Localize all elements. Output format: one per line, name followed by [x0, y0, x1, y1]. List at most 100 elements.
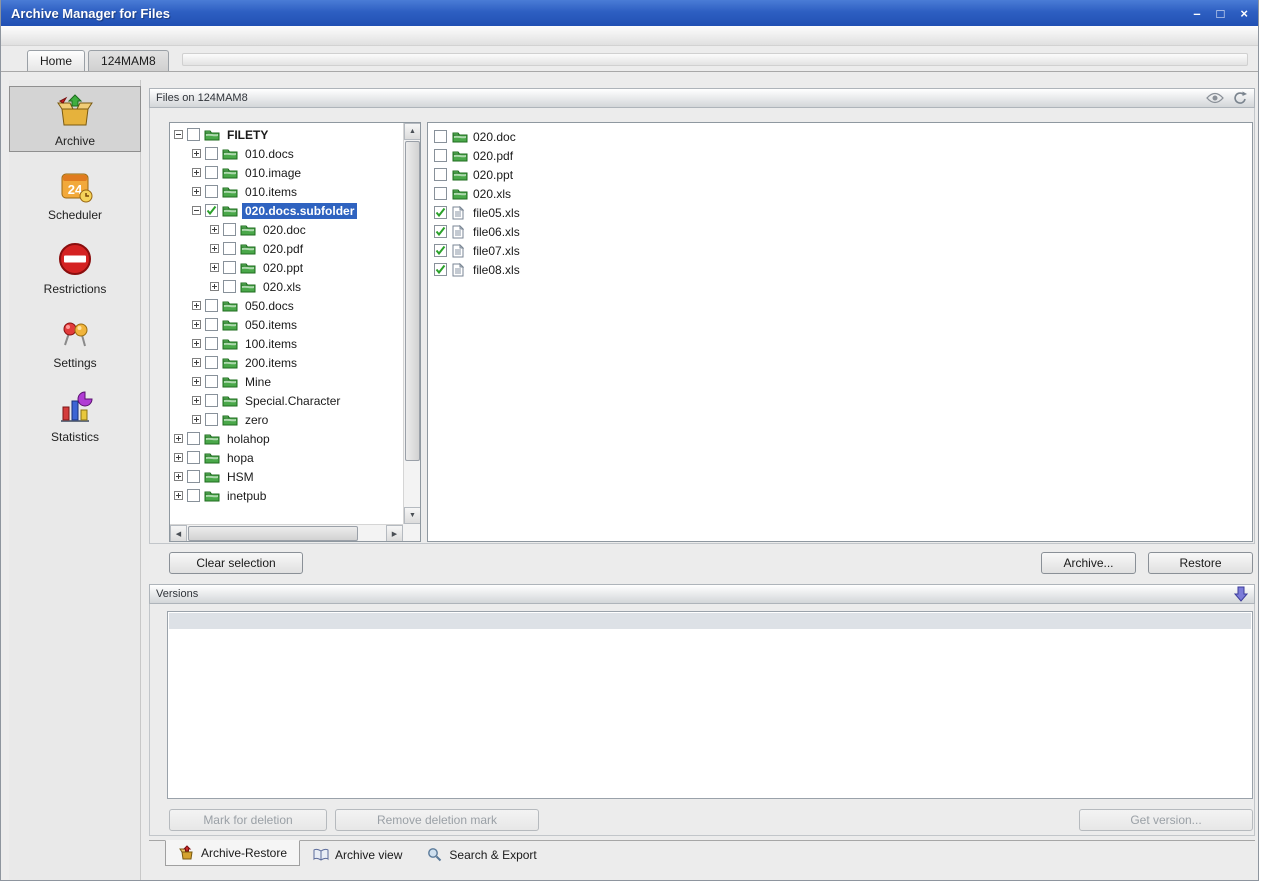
file-row[interactable]: 020.ppt: [434, 165, 1252, 184]
archive-button[interactable]: Archive...: [1041, 552, 1136, 574]
tree-checkbox[interactable]: [223, 280, 236, 293]
tree-checkbox[interactable]: [205, 318, 218, 331]
tree-node[interactable]: Special.Character: [174, 391, 403, 410]
expand-icon[interactable]: [210, 244, 219, 253]
expand-icon[interactable]: [192, 377, 201, 386]
file-checkbox[interactable]: [434, 225, 447, 238]
file-row[interactable]: file05.xls: [434, 203, 1252, 222]
tree-checkbox[interactable]: [205, 394, 218, 407]
tree-checkbox[interactable]: [205, 413, 218, 426]
expand-icon[interactable]: [174, 472, 183, 481]
collapse-icon[interactable]: [192, 206, 201, 215]
expand-icon[interactable]: [192, 396, 201, 405]
tree-checkbox[interactable]: [187, 489, 200, 502]
horizontal-scrollbar-thumb[interactable]: [188, 526, 358, 541]
file-row[interactable]: 020.xls: [434, 184, 1252, 203]
tree-node[interactable]: HSM: [174, 467, 403, 486]
collapse-icon[interactable]: [174, 130, 183, 139]
file-checkbox[interactable]: [434, 244, 447, 257]
get-version-button[interactable]: Get version...: [1079, 809, 1253, 831]
tree-node[interactable]: 020.doc: [174, 220, 403, 239]
tab-archive-view[interactable]: Archive view: [300, 842, 414, 867]
tree-checkbox[interactable]: [187, 451, 200, 464]
file-checkbox[interactable]: [434, 149, 447, 162]
tab-archive-restore[interactable]: Archive-Restore: [165, 840, 300, 866]
expand-icon[interactable]: [210, 225, 219, 234]
file-checkbox[interactable]: [434, 130, 447, 143]
sidebar-item-settings[interactable]: Settings: [9, 308, 141, 374]
file-row[interactable]: 020.pdf: [434, 146, 1252, 165]
nav-tab-124mam8[interactable]: 124MAM8: [88, 50, 169, 71]
mark-for-deletion-button[interactable]: Mark for deletion: [169, 809, 327, 831]
expand-icon[interactable]: [210, 282, 219, 291]
tree-node[interactable]: 020.pdf: [174, 239, 403, 258]
tree-checkbox[interactable]: [187, 432, 200, 445]
tree-node[interactable]: 010.docs: [174, 144, 403, 163]
remove-deletion-mark-button[interactable]: Remove deletion mark: [335, 809, 539, 831]
expand-icon[interactable]: [192, 187, 201, 196]
tree-node[interactable]: 020.xls: [174, 277, 403, 296]
tree-checkbox[interactable]: [205, 375, 218, 388]
tree-checkbox[interactable]: [187, 128, 200, 141]
tree-node[interactable]: zero: [174, 410, 403, 429]
tree-checkbox[interactable]: [205, 356, 218, 369]
expand-icon[interactable]: [192, 358, 201, 367]
file-row[interactable]: file06.xls: [434, 222, 1252, 241]
close-button[interactable]: ×: [1240, 7, 1248, 20]
tree-node[interactable]: 100.items: [174, 334, 403, 353]
tree-node[interactable]: 010.image: [174, 163, 403, 182]
horizontal-scrollbar[interactable]: ◀ ▶: [170, 524, 403, 541]
expand-icon[interactable]: [210, 263, 219, 272]
tree-checkbox[interactable]: [223, 261, 236, 274]
tree-node[interactable]: 050.docs: [174, 296, 403, 315]
scroll-down-icon[interactable]: ▼: [404, 507, 421, 524]
expand-icon[interactable]: [174, 434, 183, 443]
expand-icon[interactable]: [192, 320, 201, 329]
scroll-left-icon[interactable]: ◀: [170, 525, 187, 542]
expand-icon[interactable]: [192, 339, 201, 348]
tree-node[interactable]: 020.docs.subfolder: [174, 201, 403, 220]
minimize-button[interactable]: –: [1193, 7, 1200, 20]
tree-node[interactable]: 050.items: [174, 315, 403, 334]
nav-tab-home[interactable]: Home: [27, 50, 85, 71]
file-checkbox[interactable]: [434, 263, 447, 276]
tree-checkbox[interactable]: [205, 185, 218, 198]
tab-search-export[interactable]: Search & Export: [414, 842, 548, 867]
expand-icon[interactable]: [174, 453, 183, 462]
sidebar-item-archive[interactable]: Archive: [9, 86, 141, 152]
tree-checkbox[interactable]: [205, 299, 218, 312]
tree-checkbox[interactable]: [205, 204, 218, 217]
tree-node[interactable]: holahop: [174, 429, 403, 448]
file-checkbox[interactable]: [434, 206, 447, 219]
file-row[interactable]: file08.xls: [434, 260, 1252, 279]
tree-checkbox[interactable]: [205, 166, 218, 179]
tree-node[interactable]: Mine: [174, 372, 403, 391]
scroll-right-icon[interactable]: ▶: [386, 525, 403, 542]
expand-icon[interactable]: [192, 415, 201, 424]
vertical-scrollbar-thumb[interactable]: [405, 141, 420, 461]
expand-icon[interactable]: [192, 168, 201, 177]
tree-node[interactable]: 200.items: [174, 353, 403, 372]
tree-node[interactable]: 010.items: [174, 182, 403, 201]
vertical-scrollbar[interactable]: ▲ ▼: [403, 123, 420, 524]
tree-node[interactable]: inetpub: [174, 486, 403, 505]
expand-icon[interactable]: [192, 301, 201, 310]
expand-icon[interactable]: [192, 149, 201, 158]
tree-checkbox[interactable]: [205, 337, 218, 350]
tree-node[interactable]: 020.ppt: [174, 258, 403, 277]
sidebar-item-scheduler[interactable]: 24Scheduler: [9, 160, 141, 226]
file-checkbox[interactable]: [434, 187, 447, 200]
tree-checkbox[interactable]: [205, 147, 218, 160]
maximize-button[interactable]: □: [1217, 7, 1225, 20]
tree-checkbox[interactable]: [223, 242, 236, 255]
expand-icon[interactable]: [174, 491, 183, 500]
scroll-up-icon[interactable]: ▲: [404, 123, 421, 140]
tree-node[interactable]: hopa: [174, 448, 403, 467]
file-row[interactable]: file07.xls: [434, 241, 1252, 260]
file-checkbox[interactable]: [434, 168, 447, 181]
file-row[interactable]: 020.doc: [434, 127, 1252, 146]
refresh-icon[interactable]: [1232, 91, 1248, 105]
tree-node[interactable]: FILETY: [174, 125, 403, 144]
sidebar-item-statistics[interactable]: Statistics: [9, 382, 141, 448]
sidebar-item-restrictions[interactable]: Restrictions: [9, 234, 141, 300]
